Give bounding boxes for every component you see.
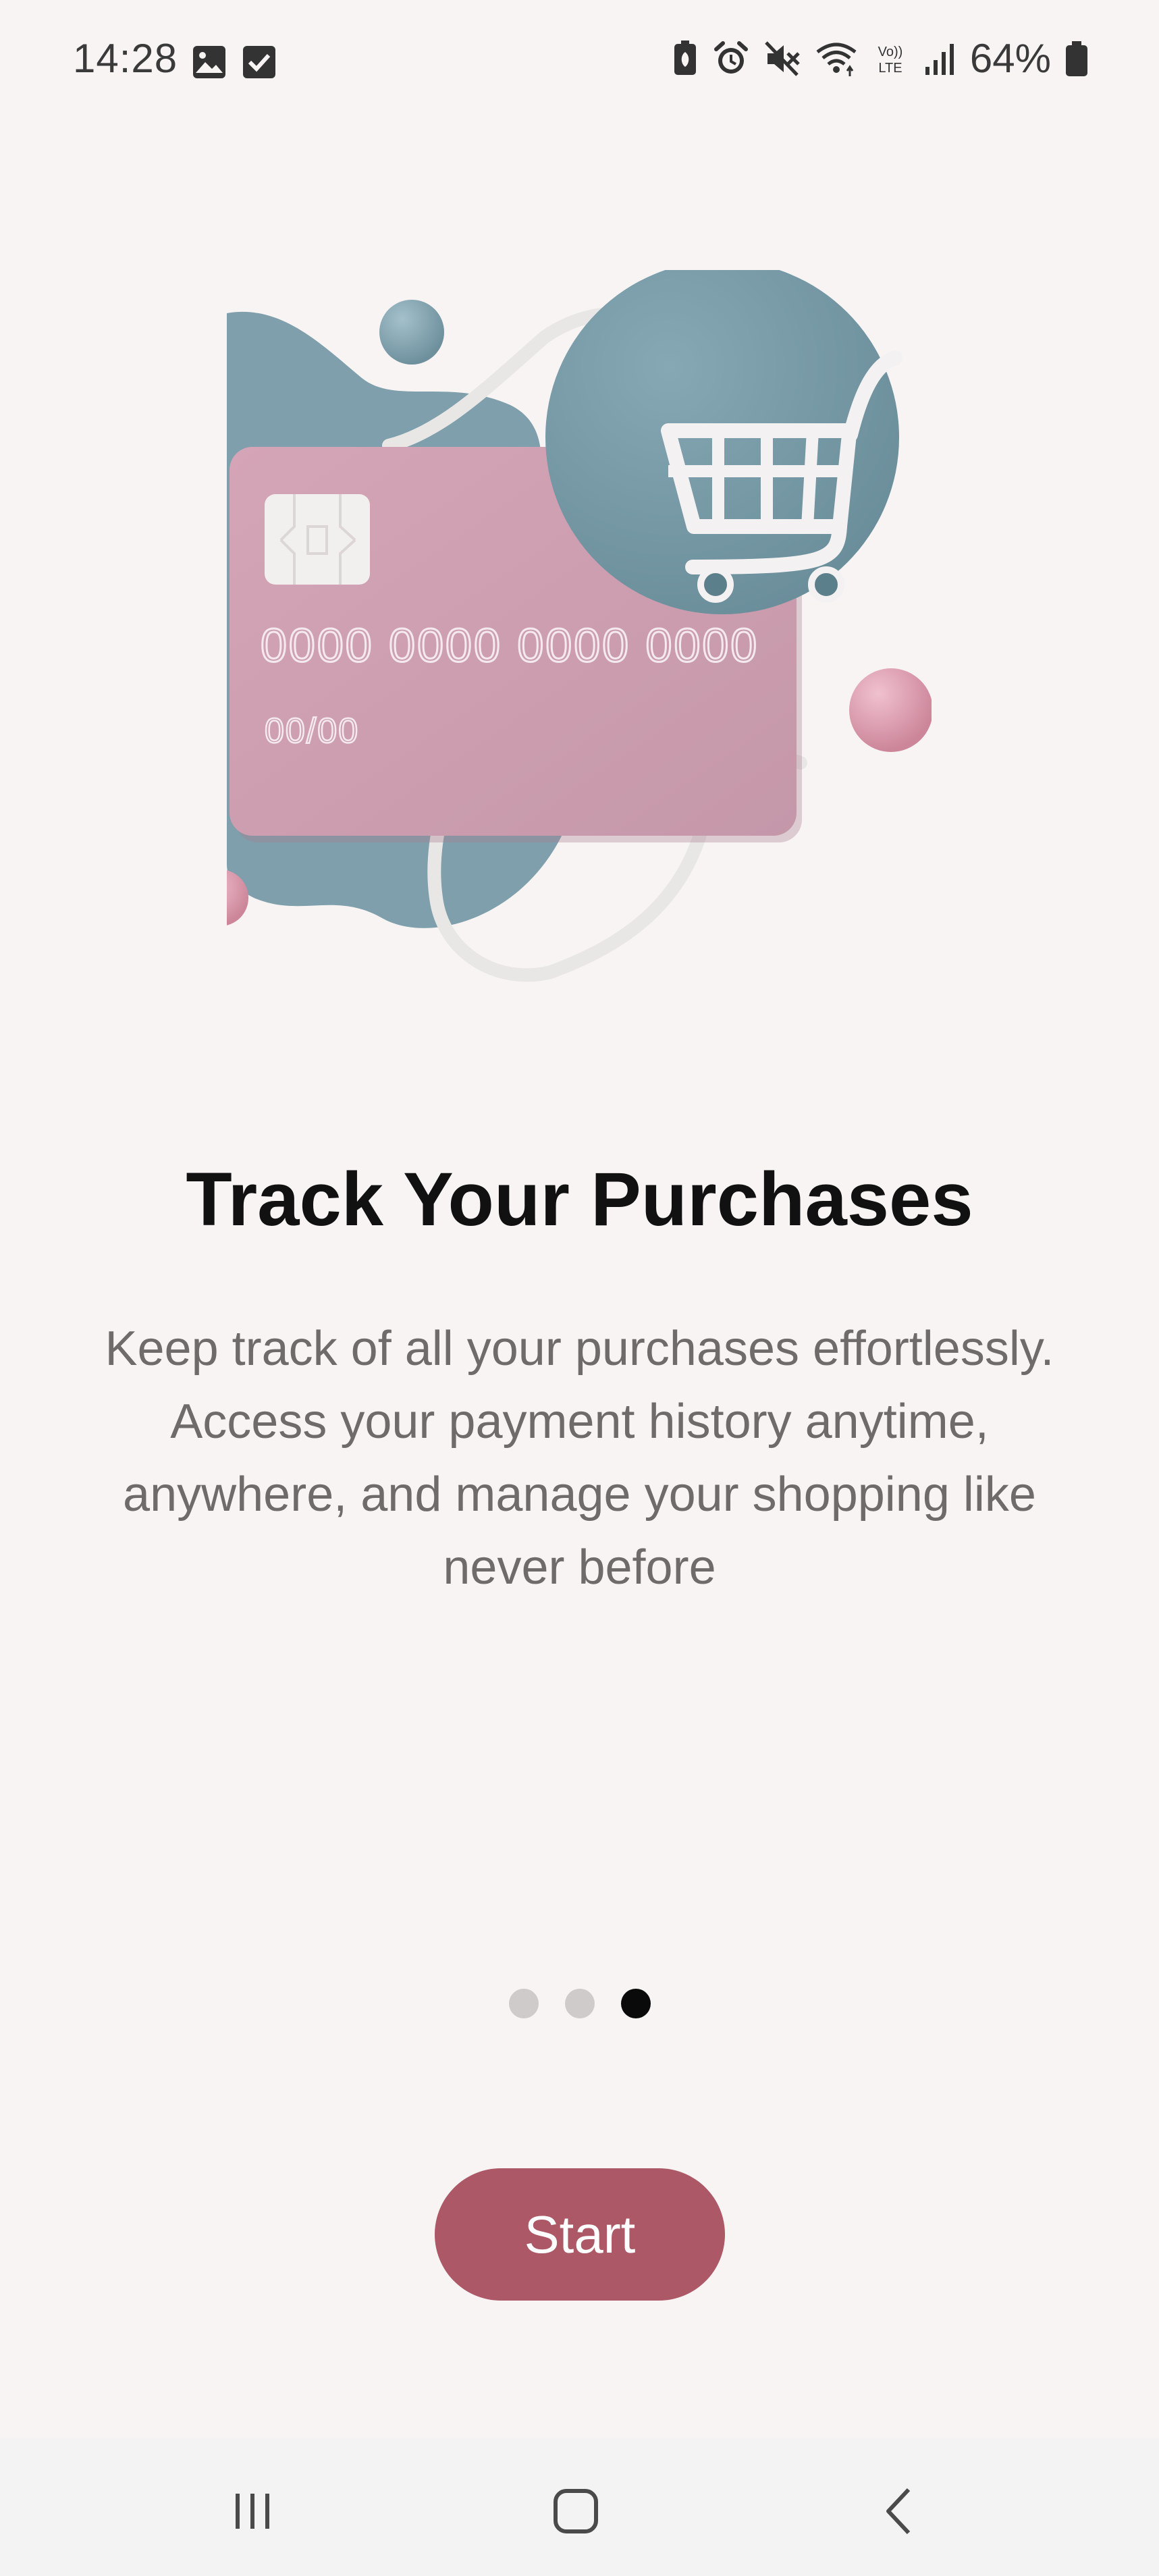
checkbox-icon	[242, 45, 277, 80]
onboarding-illustration: 0000 0000 0000 0000 00/00	[192, 261, 933, 999]
back-icon	[873, 2484, 927, 2542]
home-button[interactable]	[535, 2472, 616, 2553]
navigation-bar	[0, 2438, 1159, 2576]
onboarding-description: Keep track of all your purchases effortl…	[105, 1322, 1054, 1594]
card-chip	[265, 494, 370, 585]
status-time: 14:28	[73, 36, 178, 81]
wifi-icon	[815, 40, 858, 78]
alarm-icon	[712, 40, 750, 78]
signal-icon	[923, 40, 956, 78]
card-expiry: 00/00	[265, 712, 359, 751]
page-indicator	[0, 1989, 1159, 2018]
start-button[interactable]: Start	[435, 2168, 725, 2301]
pink-sphere	[849, 668, 933, 752]
battery-percent: 64%	[969, 36, 1051, 81]
page-dot-3[interactable]	[620, 1989, 651, 2018]
page-dot-1[interactable]	[508, 1989, 539, 2018]
svg-text:Vo)): Vo))	[878, 45, 903, 59]
card-number: 0000 0000 0000 0000	[261, 619, 759, 672]
page-dot-2[interactable]	[564, 1989, 595, 2018]
recent-apps-button[interactable]	[212, 2472, 293, 2553]
volte-icon: Vo)) LTE	[871, 40, 909, 78]
home-icon	[549, 2484, 603, 2542]
status-bar: 14:28 Vo)) LTE 64%	[0, 0, 1159, 128]
status-left-icons	[192, 45, 277, 80]
image-icon	[192, 45, 227, 80]
recent-apps-icon	[225, 2484, 279, 2542]
battery-icon	[1064, 40, 1089, 78]
battery-saver-icon	[672, 40, 699, 78]
back-button[interactable]	[860, 2472, 941, 2553]
mute-icon	[763, 40, 801, 78]
status-right-icons: Vo)) LTE 64%	[672, 35, 1089, 82]
svg-text:LTE: LTE	[878, 61, 902, 76]
teal-sphere	[379, 300, 444, 365]
onboarding-title: Track Your Purchases	[186, 1157, 973, 1241]
